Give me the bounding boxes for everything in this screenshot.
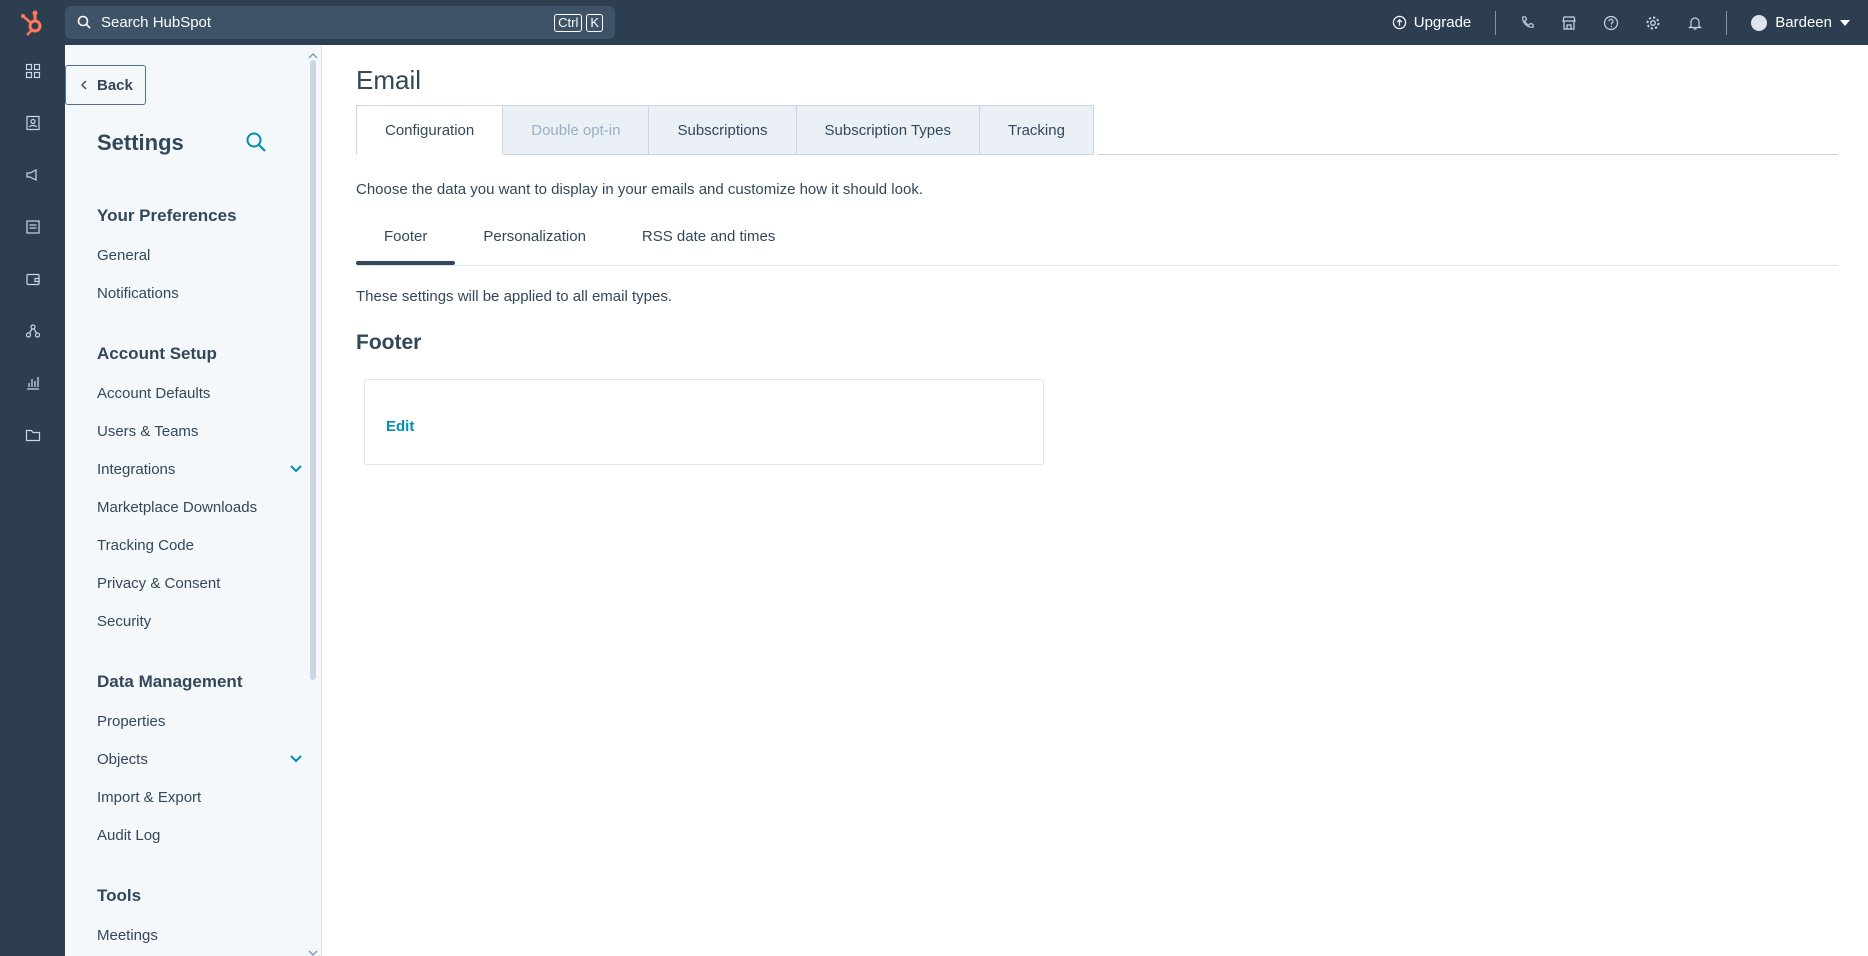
sidebar-item-label: Import & Export: [97, 789, 202, 806]
sidebar-item-import-export[interactable]: Import & Export: [97, 779, 297, 817]
edit-footer-link[interactable]: Edit: [386, 418, 414, 435]
footer-section-title: Footer: [356, 331, 422, 354]
settings-title: Settings: [97, 130, 184, 155]
help-icon[interactable]: [1590, 0, 1632, 45]
settings-nav: Your Preferences General Notifications A…: [97, 199, 302, 955]
settings-icon[interactable]: [1632, 0, 1674, 45]
global-search-input[interactable]: Search HubSpot Ctrl K: [65, 6, 615, 39]
settings-sidebar: Back Settings Your Preferences General N…: [65, 45, 322, 956]
page-description: Choose the data you want to display in y…: [356, 181, 923, 198]
sidebar-item-label: Notifications: [97, 285, 179, 302]
sidebar-item-integrations[interactable]: Integrations: [97, 451, 302, 489]
subtabs-divider: [356, 265, 1838, 266]
scroll-up-arrow-icon[interactable]: [308, 47, 318, 59]
back-button[interactable]: Back: [65, 65, 146, 105]
top-navigation-bar: Search HubSpot Ctrl K Upgrade Bardeen: [0, 0, 1868, 45]
sidebar-item-label: Security: [97, 613, 152, 630]
hubspot-logo-icon[interactable]: [18, 8, 48, 38]
page-title: Email: [356, 65, 422, 95]
account-menu[interactable]: Bardeen: [1751, 14, 1850, 31]
footer-preview-card: Edit: [364, 379, 1044, 465]
sidebar-item-properties[interactable]: Properties: [97, 703, 297, 741]
sidebar-item-security[interactable]: Security: [97, 603, 297, 641]
search-placeholder: Search HubSpot: [101, 14, 212, 31]
sidebar-item-meetings[interactable]: Meetings: [97, 917, 297, 955]
tabs-divider: [1098, 154, 1838, 155]
divider: [1726, 10, 1728, 35]
upgrade-label: Upgrade: [1413, 14, 1472, 31]
bookmarks-icon[interactable]: [0, 45, 65, 97]
primary-tabs: Configuration Double opt-in Subscription…: [356, 105, 1094, 155]
tab-tracking[interactable]: Tracking: [979, 105, 1094, 155]
search-icon: [77, 15, 93, 31]
section-title-account-setup: Account Setup: [97, 344, 217, 363]
sidebar-item-users-teams[interactable]: Users & Teams: [97, 413, 297, 451]
back-label: Back: [97, 76, 133, 94]
tab-configuration[interactable]: Configuration: [356, 105, 504, 155]
sidebar-item-notifications[interactable]: Notifications: [97, 275, 297, 313]
chevron-down-icon: [1840, 19, 1850, 26]
tab-subscriptions[interactable]: Subscriptions: [649, 105, 797, 155]
divider: [1495, 10, 1497, 35]
sidebar-item-label: Objects: [97, 751, 148, 768]
secondary-tabs: Footer Personalization RSS date and time…: [356, 225, 803, 265]
sidebar-item-label: General: [97, 247, 151, 264]
subtab-footer[interactable]: Footer: [356, 225, 456, 265]
chevron-left-icon: [80, 77, 88, 94]
tab-double-opt-in[interactable]: Double opt-in: [503, 105, 650, 155]
library-icon[interactable]: [0, 409, 65, 461]
sidebar-item-label: Integrations: [97, 461, 176, 478]
search-icon[interactable]: [245, 131, 267, 158]
notifications-icon[interactable]: [1674, 0, 1716, 45]
chevron-down-icon[interactable]: [289, 451, 303, 489]
scroll-down-arrow-icon[interactable]: [308, 944, 318, 956]
sidebar-item-label: Marketplace Downloads: [97, 499, 258, 516]
reporting-icon[interactable]: [0, 357, 65, 409]
sidebar-item-audit-log[interactable]: Audit Log: [97, 817, 297, 855]
subtab-rss-date-times[interactable]: RSS date and times: [614, 225, 803, 265]
sidebar-item-label: Users & Teams: [97, 423, 199, 440]
sidebar-item-label: Privacy & Consent: [97, 575, 221, 592]
marketplace-icon[interactable]: [1548, 0, 1590, 45]
sidebar-item-label: Properties: [97, 713, 166, 730]
phone-icon[interactable]: [1506, 0, 1548, 45]
applied-note: These settings will be applied to all em…: [356, 288, 672, 305]
sidebar-scrollbar[interactable]: [310, 60, 316, 680]
sidebar-item-privacy-consent[interactable]: Privacy & Consent: [97, 565, 297, 603]
shortcut-k-key: K: [586, 13, 603, 32]
sidebar-item-general[interactable]: General: [97, 237, 297, 275]
upgrade-button[interactable]: Upgrade: [1392, 14, 1472, 31]
shortcut-ctrl-key: Ctrl: [554, 13, 583, 32]
sidebar-item-objects[interactable]: Objects: [97, 741, 302, 779]
section-title-your-preferences: Your Preferences: [97, 206, 237, 225]
sidebar-item-label: Audit Log: [97, 827, 161, 844]
automations-icon[interactable]: [0, 305, 65, 357]
upgrade-icon: [1392, 15, 1406, 30]
tab-subscription-types[interactable]: Subscription Types: [796, 105, 980, 155]
avatar: [1751, 14, 1768, 31]
left-navigation-rail: [0, 45, 65, 956]
sidebar-item-marketplace-downloads[interactable]: Marketplace Downloads: [97, 489, 297, 527]
sidebar-item-account-defaults[interactable]: Account Defaults: [97, 375, 297, 413]
subtab-personalization[interactable]: Personalization: [455, 225, 614, 265]
sidebar-item-label: Tracking Code: [97, 537, 194, 554]
marketing-icon[interactable]: [0, 149, 65, 201]
content-icon[interactable]: [0, 201, 65, 253]
sidebar-item-label: Meetings: [97, 927, 158, 944]
main-content: Email Configuration Double opt-in Subscr…: [322, 45, 1868, 956]
sidebar-item-tracking-code[interactable]: Tracking Code: [97, 527, 297, 565]
account-name: Bardeen: [1775, 14, 1832, 31]
commerce-icon[interactable]: [0, 253, 65, 305]
chevron-down-icon[interactable]: [289, 741, 303, 779]
contacts-icon[interactable]: [0, 97, 65, 149]
section-title-tools: Tools: [97, 886, 142, 905]
section-title-data-management: Data Management: [97, 672, 243, 691]
sidebar-item-label: Account Defaults: [97, 385, 211, 402]
